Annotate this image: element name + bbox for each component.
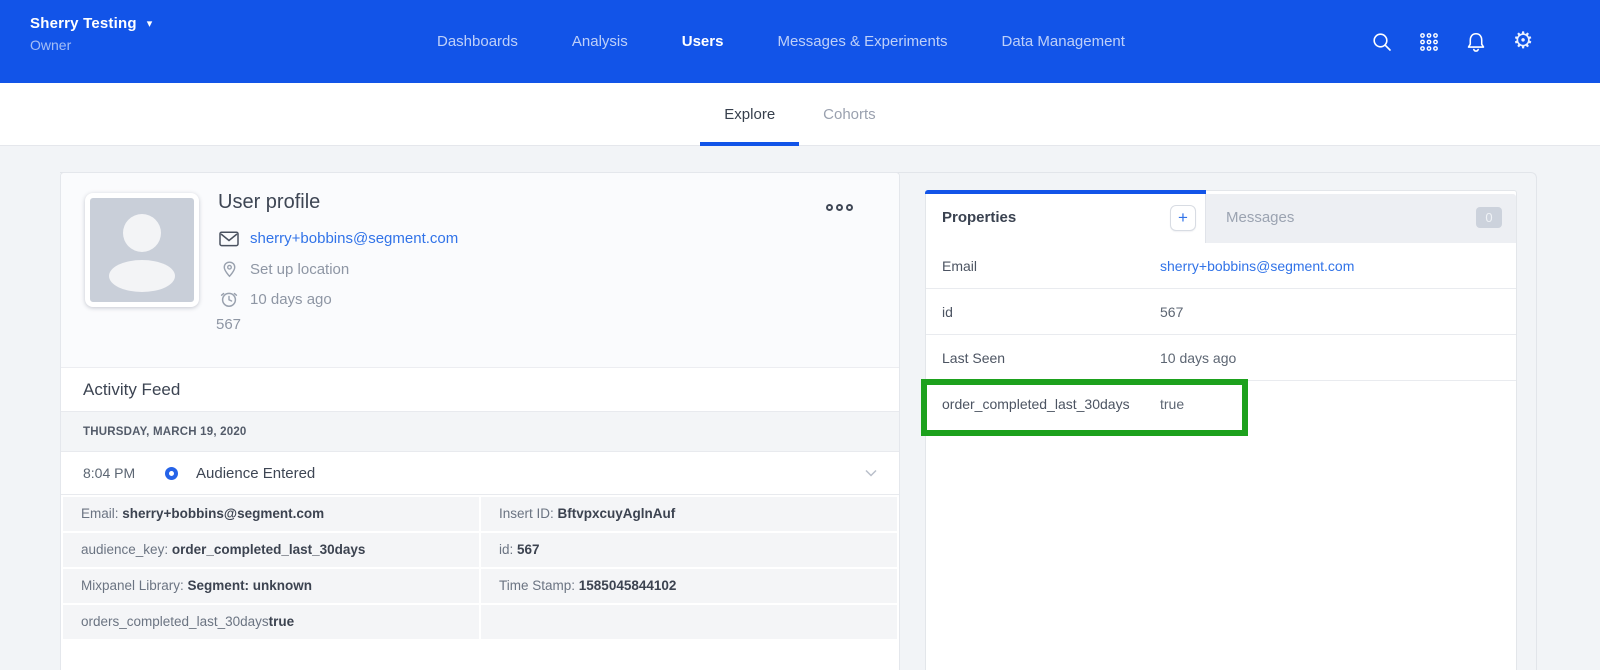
avatar: [85, 193, 199, 307]
tab-properties-label: Properties: [942, 209, 1016, 226]
profile-email-link[interactable]: sherry+bobbins@segment.com: [250, 230, 458, 247]
profile-last-seen: 10 days ago: [250, 291, 332, 308]
event-time: 8:04 PM: [83, 465, 157, 481]
location-pin-icon: [218, 260, 240, 279]
event-property-cell: orders_completed_last_30daystrue: [63, 605, 479, 639]
profile-location-placeholder[interactable]: Set up location: [250, 261, 349, 278]
event-name: Audience Entered: [196, 465, 315, 482]
nav-item-dashboards[interactable]: Dashboards: [437, 33, 518, 50]
page-content: User profile sherry+bobbins@segment.com …: [0, 146, 1600, 670]
messages-count-badge: 0: [1476, 207, 1502, 228]
top-navigation-bar: Sherry Testing ▾ Owner Dashboards Analys…: [0, 0, 1600, 83]
tab-explore[interactable]: Explore: [700, 83, 799, 145]
nav-item-messages-experiments[interactable]: Messages & Experiments: [777, 33, 947, 50]
nav-item-data-management[interactable]: Data Management: [1002, 33, 1125, 50]
avatar-head-shape: [123, 214, 161, 252]
tab-properties[interactable]: Properties +: [926, 191, 1205, 243]
property-row-order-completed: order_completed_last_30days true: [926, 381, 1516, 427]
property-label: Last Seen: [926, 350, 1160, 366]
property-value: 567: [1160, 304, 1183, 320]
property-row-id: id 567: [926, 289, 1516, 335]
property-value: 10 days ago: [1160, 350, 1236, 366]
activity-feed-title: Activity Feed: [83, 380, 180, 400]
user-properties-panel: Properties + Messages 0 Email sherry+bob…: [925, 190, 1517, 670]
event-property-cell: Mixpanel Library: Segment: unknown: [63, 569, 479, 603]
activity-date-header: THURSDAY, MARCH 19, 2020: [61, 412, 899, 452]
property-row-email: Email sherry+bobbins@segment.com: [926, 243, 1516, 289]
event-property-cell-empty: [481, 605, 897, 639]
chevron-down-icon: ▾: [147, 19, 153, 30]
audience-event-icon: [165, 467, 178, 480]
envelope-icon: [218, 231, 240, 247]
event-property-cell: Email: sherry+bobbins@segment.com: [63, 497, 479, 531]
alarm-clock-icon: [218, 289, 240, 309]
search-icon[interactable]: [1371, 31, 1393, 53]
nav-item-analysis[interactable]: Analysis: [572, 33, 628, 50]
tab-messages[interactable]: Messages 0: [1205, 194, 1516, 243]
event-property-cell: Insert ID: BftvpxcuyAglnAuf: [481, 497, 897, 531]
profile-summary-section: User profile sherry+bobbins@segment.com …: [61, 173, 899, 368]
property-value: true: [1160, 396, 1184, 412]
property-row-last-seen: Last Seen 10 days ago: [926, 335, 1516, 381]
event-properties-table: Email: sherry+bobbins@segment.com Insert…: [61, 495, 899, 641]
property-label: order_completed_last_30days: [926, 396, 1160, 412]
property-label: Email: [926, 258, 1160, 274]
activity-event-row[interactable]: 8:04 PM Audience Entered: [61, 452, 899, 495]
tab-explore-label: Explore: [724, 106, 775, 123]
add-property-button[interactable]: +: [1170, 205, 1196, 231]
profile-user-id: 567: [216, 316, 241, 333]
primary-nav: Dashboards Analysis Users Messages & Exp…: [437, 0, 1125, 83]
page-title: User profile: [218, 191, 320, 214]
panel-tab-bar: Properties + Messages 0: [926, 191, 1516, 243]
event-property-cell: audience_key: order_completed_last_30day…: [63, 533, 479, 567]
active-panel-tab-indicator: [925, 190, 1206, 194]
nav-item-users[interactable]: Users: [682, 33, 724, 50]
activity-feed-header: Activity Feed: [61, 368, 899, 412]
notifications-bell-icon[interactable]: [1465, 31, 1487, 53]
workspace-role: Owner: [30, 37, 152, 53]
user-profile-card: User profile sherry+bobbins@segment.com …: [60, 172, 900, 670]
workspace-name: Sherry Testing: [30, 15, 137, 32]
more-options-icon[interactable]: [826, 204, 853, 211]
avatar-body-shape: [109, 260, 175, 292]
chevron-down-icon[interactable]: [865, 469, 877, 477]
property-label: id: [926, 304, 1160, 320]
workspace-switcher[interactable]: Sherry Testing ▾ Owner: [30, 15, 152, 53]
tab-cohorts[interactable]: Cohorts: [799, 83, 900, 145]
apps-grid-icon[interactable]: [1418, 31, 1440, 53]
event-property-cell: Time Stamp: 1585045844102: [481, 569, 897, 603]
event-property-cell: id: 567: [481, 533, 897, 567]
section-tab-bar: Explore Cohorts: [0, 83, 1600, 146]
topbar-icon-group: ⚙: [1371, 0, 1534, 83]
settings-gear-icon[interactable]: ⚙: [1512, 31, 1534, 53]
tab-messages-label: Messages: [1226, 209, 1294, 226]
tab-cohorts-label: Cohorts: [823, 106, 876, 123]
property-value-email-link[interactable]: sherry+bobbins@segment.com: [1160, 258, 1354, 274]
